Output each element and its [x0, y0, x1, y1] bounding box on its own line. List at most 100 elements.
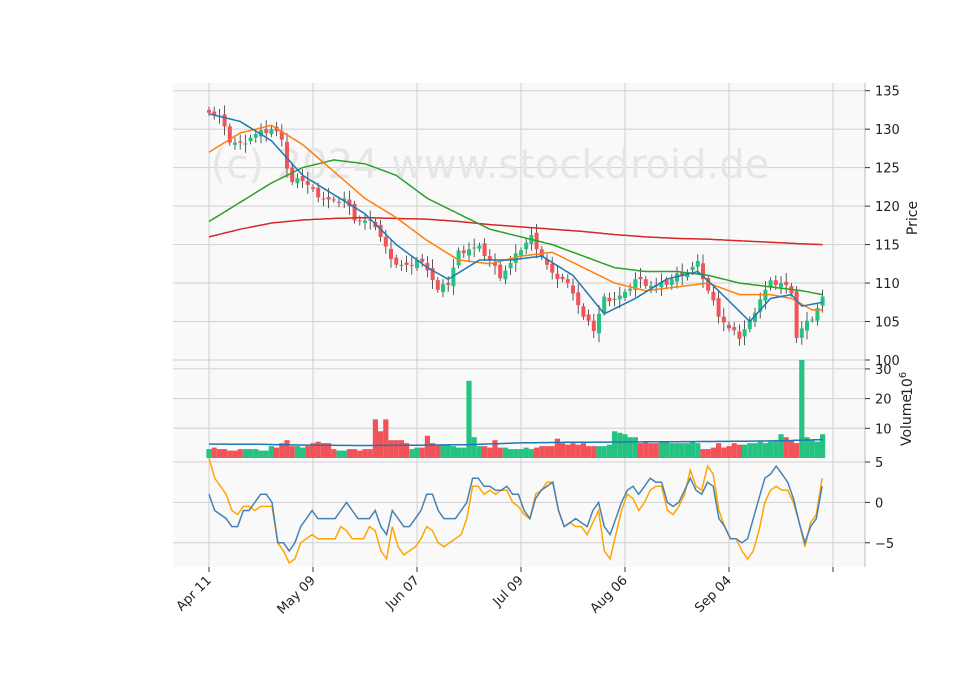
volume-bar: [742, 444, 748, 458]
price-tick-label: 135: [875, 85, 900, 100]
price-tick-label: 125: [875, 162, 900, 177]
volume-bar: [674, 443, 680, 458]
volume-tick-label: 10: [875, 422, 892, 437]
volume-bar: [721, 447, 727, 458]
volume-bar: [393, 440, 399, 458]
volume-bar: [388, 440, 394, 458]
volume-bar: [570, 443, 576, 458]
volume-bar: [346, 449, 352, 458]
x-tick-label: Jun 07: [383, 573, 423, 613]
volume-bar: [814, 441, 820, 458]
volume-bar: [211, 447, 217, 458]
x-tick-label: Apr 11: [174, 573, 215, 614]
volume-bar: [206, 449, 212, 458]
price-tick-label: 110: [875, 277, 900, 292]
volume-bar: [799, 360, 805, 458]
volume-bar: [617, 432, 623, 458]
volume-bar: [232, 450, 238, 458]
volume-bar: [716, 443, 722, 458]
volume-bar: [248, 449, 254, 458]
volume-bar: [508, 449, 514, 458]
volume-bar: [560, 443, 566, 458]
oscillator-panel: [173, 458, 865, 567]
osc-tick-label: 0: [875, 496, 883, 511]
volume-bar: [315, 441, 321, 458]
volume-bar: [352, 449, 358, 458]
volume-bar: [362, 449, 368, 458]
volume-bar: [690, 441, 696, 458]
volume-bar: [341, 450, 347, 458]
candle: [352, 200, 357, 224]
candle: [794, 286, 799, 343]
volume-bar: [710, 447, 716, 458]
volume-bar: [575, 444, 581, 458]
volume-bar: [768, 441, 774, 458]
volume-bar: [222, 449, 228, 458]
volume-bar: [435, 444, 441, 458]
volume-bar: [528, 449, 534, 458]
volume-bar: [414, 447, 420, 458]
volume-bar: [523, 447, 529, 458]
volume-multiplier-power: 6: [898, 372, 909, 378]
volume-bar: [580, 443, 586, 458]
volume-bar: [627, 437, 633, 458]
volume-bar: [534, 447, 540, 458]
volume-bar: [372, 419, 378, 458]
volume-bar: [773, 441, 779, 458]
x-tick-label: Jul 09: [490, 573, 527, 610]
volume-bar: [736, 444, 742, 458]
volume-bar: [700, 449, 706, 458]
volume-bar: [502, 447, 508, 458]
volume-bar: [664, 441, 670, 458]
volume-bar: [638, 443, 644, 458]
x-tick-label: Aug 06: [588, 573, 631, 616]
volume-bar: [268, 446, 274, 458]
volume-bar: [284, 440, 290, 458]
volume-bar: [596, 446, 602, 458]
osc-tick-label: −5: [875, 537, 894, 552]
volume-bar: [606, 444, 612, 458]
volume-bar: [762, 443, 768, 458]
volume-bar: [440, 444, 446, 458]
volume-bar: [456, 447, 462, 458]
volume-bar: [263, 450, 269, 458]
volume-bar: [409, 449, 415, 458]
volume-bar: [632, 437, 638, 458]
volume-bar: [253, 449, 259, 458]
volume-bar: [476, 446, 482, 458]
volume-bar: [518, 449, 524, 458]
osc-tick-label: 5: [875, 456, 883, 471]
candle: [456, 247, 461, 269]
volume-bar: [809, 440, 815, 458]
volume-bar: [648, 443, 654, 458]
chart-canvas: (c) 2024 www.stockdroid.de 1001051101151…: [173, 83, 921, 617]
volume-axis-label: Volume: [899, 394, 915, 446]
volume-bar: [539, 446, 545, 458]
x-tick-label: Sep 04: [692, 573, 735, 616]
watermark: (c) 2024 www.stockdroid.de: [211, 142, 769, 188]
volume-bar: [450, 446, 456, 458]
volume-bar: [336, 450, 342, 458]
volume-bar: [612, 431, 618, 458]
volume-bar: [398, 440, 404, 458]
volume-bar: [445, 444, 451, 458]
volume-bar: [554, 438, 560, 458]
volume-bar: [383, 419, 389, 458]
volume-bar: [274, 447, 280, 458]
stock-chart: (c) 2024 www.stockdroid.de 100 105 110 115 1…: [0, 0, 960, 690]
volume-tick-label: 30: [875, 363, 892, 378]
volume-axis-multiplier: 106: [898, 372, 916, 396]
volume-bar: [658, 441, 664, 458]
volume-bar: [216, 449, 222, 458]
volume-tick-label: 20: [875, 393, 892, 408]
volume-bar: [424, 435, 430, 458]
volume-bar: [419, 447, 425, 458]
volume-bar: [669, 443, 675, 458]
volume-bar: [586, 446, 592, 458]
volume-bar: [549, 446, 555, 458]
volume-bar: [565, 444, 571, 458]
volume-bar: [679, 443, 685, 458]
volume-bar: [752, 443, 758, 458]
volume-bar: [820, 434, 826, 458]
volume-bar: [300, 447, 306, 458]
